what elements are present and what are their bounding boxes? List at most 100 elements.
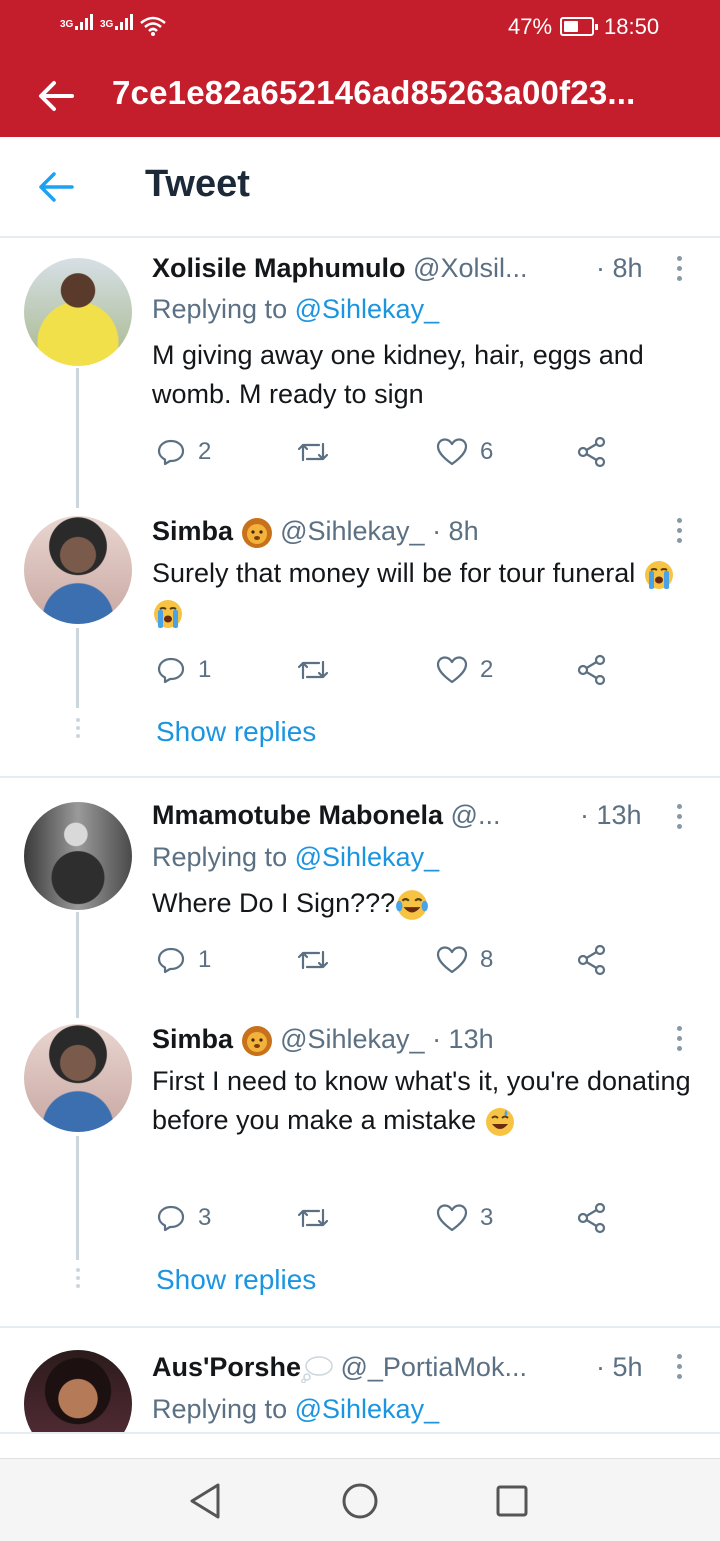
tears-of-joy-icon	[396, 890, 429, 920]
share-icon	[577, 654, 606, 686]
avatar[interactable]	[24, 258, 132, 366]
mention-link[interactable]: @Sihlekay_	[295, 1394, 439, 1424]
reply-icon	[157, 947, 185, 974]
reply-button[interactable]: 2	[156, 432, 211, 472]
heart-icon	[436, 438, 468, 466]
tweet-text: Surely that money will be for tour funer…	[152, 554, 692, 632]
lion-face-icon	[241, 1025, 272, 1056]
tweet[interactable]: Simba @Sihlekay_ · 13h First I need to k…	[0, 1010, 720, 1250]
more-options-icon[interactable]	[674, 518, 684, 546]
loudly-crying-face-icon	[644, 560, 673, 589]
battery-icon	[560, 17, 598, 36]
divider	[0, 1432, 720, 1434]
back-arrow-icon[interactable]	[36, 76, 76, 116]
retweet-icon	[297, 950, 329, 970]
like-button[interactable]: 8	[436, 940, 493, 980]
tweet[interactable]: Aus'Porshe @_PortiaMok... · 5h Replying …	[0, 1340, 720, 1432]
replying-to: Replying to @Sihlekay_	[152, 294, 440, 324]
show-replies-link[interactable]: Show replies	[156, 1264, 316, 1296]
nav-home-icon[interactable]	[338, 1479, 382, 1523]
lion-face-icon	[241, 517, 272, 548]
share-icon	[577, 944, 606, 976]
tweet-actions: 1 8	[152, 940, 632, 980]
tweet-text: M giving away one kidney, hair, eggs and…	[152, 340, 644, 409]
avatar[interactable]	[24, 516, 132, 624]
like-button[interactable]: 6	[436, 432, 493, 472]
reply-button[interactable]: 1	[156, 940, 211, 980]
share-button[interactable]	[576, 1198, 608, 1238]
avatar[interactable]	[24, 1350, 132, 1432]
more-options-icon[interactable]	[674, 1026, 684, 1054]
tweet-time: · 13h	[580, 800, 642, 830]
signal-bars-icon	[75, 14, 95, 30]
retweet-button[interactable]	[296, 940, 330, 980]
share-button[interactable]	[576, 940, 608, 980]
clock: 18:50	[604, 14, 660, 39]
more-options-icon[interactable]	[674, 804, 684, 832]
like-button[interactable]: 3	[436, 1198, 493, 1238]
thread-connector	[76, 912, 79, 1018]
thread-connector	[76, 628, 79, 708]
more-options-icon[interactable]	[674, 1354, 684, 1382]
app-header: 3G 3G 47% 18:50 7ce1e82a652146ad85263a00…	[0, 0, 720, 137]
share-button[interactable]	[576, 650, 608, 690]
back-arrow-icon[interactable]	[36, 167, 76, 207]
share-icon	[577, 436, 606, 468]
grinning-sweat-icon	[485, 1107, 514, 1136]
retweet-button[interactable]	[296, 1198, 330, 1238]
tweet-time: · 5h	[596, 1352, 643, 1382]
app-bar-title: 7ce1e82a652146ad85263a00f23...	[112, 74, 636, 111]
tweet-author: Simba @Sihlekay_ · 8h	[152, 516, 479, 549]
thread-more-dots	[75, 718, 81, 742]
tweet[interactable]: Xolisile Maphumulo @Xolsil... · 8h Reply…	[0, 240, 720, 498]
loudly-crying-face-icon	[154, 599, 182, 628]
wifi-icon	[140, 16, 166, 36]
page-title: Tweet	[145, 163, 250, 205]
tweet-actions: 3 3	[152, 1198, 632, 1238]
tweet[interactable]: Mmamotube Mabonela @... · 13h Replying t…	[0, 790, 720, 1010]
thread-separator	[0, 776, 720, 778]
replying-to: Replying to @Sihlekay_	[152, 842, 440, 872]
retweet-button[interactable]	[296, 432, 330, 472]
tweet-actions: 1 2	[152, 650, 632, 690]
thread-separator	[0, 1326, 720, 1328]
like-button[interactable]: 2	[436, 650, 493, 690]
tweet-text: First I need to know what's it, you're d…	[152, 1062, 692, 1140]
thread-connector	[76, 1136, 79, 1260]
replying-to: Replying to @Sihlekay_	[152, 1394, 440, 1424]
status-bar: 3G 3G 47% 18:50	[0, 0, 720, 54]
tweet-author: Simba @Sihlekay_ · 13h	[152, 1024, 494, 1057]
share-icon	[577, 1202, 606, 1234]
tweet-author: Mmamotube Mabonela @...	[152, 800, 501, 830]
avatar[interactable]	[24, 802, 132, 910]
tweet-actions: 2 6	[152, 432, 632, 472]
mention-link[interactable]: @Sihlekay_	[295, 294, 439, 324]
tweet-author: Xolisile Maphumulo @Xolsil...	[152, 253, 528, 283]
more-options-icon[interactable]	[674, 256, 684, 284]
tweet-author: Aus'Porshe @_PortiaMok...	[152, 1352, 527, 1383]
thread-connector	[76, 368, 79, 508]
nav-back-icon[interactable]	[184, 1479, 228, 1523]
signal-2: 3G	[100, 14, 135, 30]
reply-icon	[157, 439, 185, 466]
retweet-icon	[297, 1208, 329, 1228]
avatar[interactable]	[24, 1024, 132, 1132]
battery-percent: 47%	[508, 14, 553, 39]
reply-button[interactable]: 3	[156, 1198, 211, 1238]
tweet[interactable]: Simba @Sihlekay_ · 8h Surely that money …	[0, 500, 720, 700]
thought-balloon-icon	[301, 1356, 333, 1383]
retweet-button[interactable]	[296, 650, 330, 690]
share-button[interactable]	[576, 432, 608, 472]
reply-button[interactable]: 1	[156, 650, 211, 690]
show-replies-link[interactable]: Show replies	[156, 716, 316, 748]
signal-1: 3G	[60, 14, 95, 30]
tweet-time: · 8h	[596, 253, 643, 283]
heart-icon	[436, 1204, 468, 1232]
nav-recents-icon[interactable]	[490, 1479, 534, 1523]
thread-more-dots	[75, 1268, 81, 1292]
signal-bars-icon	[115, 14, 135, 30]
mention-link[interactable]: @Sihlekay_	[295, 842, 439, 872]
tweet-header: Tweet	[0, 137, 720, 238]
heart-icon	[436, 656, 468, 684]
heart-icon	[436, 946, 468, 974]
